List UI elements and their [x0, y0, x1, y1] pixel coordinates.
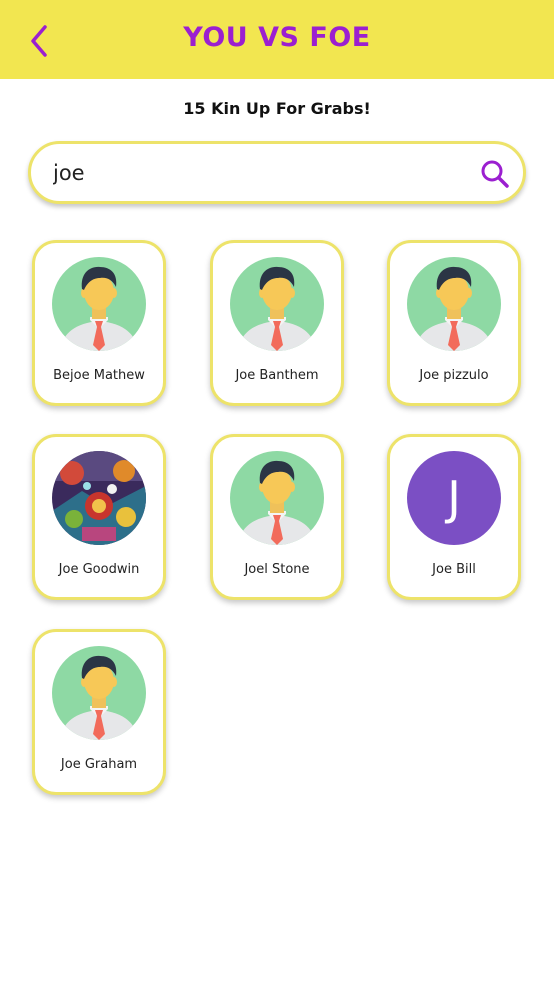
search-icon [481, 160, 509, 188]
avatar [52, 451, 146, 545]
kin-name: Joe pizzulo [419, 368, 489, 383]
kin-count-subtitle: 15 Kin Up For Grabs! [183, 99, 371, 118]
avatar [407, 257, 501, 351]
person-avatar-icon [52, 646, 146, 740]
avatar [52, 646, 146, 740]
person-avatar-icon [52, 257, 146, 351]
search-bar [28, 141, 526, 204]
avatar [230, 257, 324, 351]
kin-card[interactable]: Joe Goodwin [32, 434, 166, 600]
search-button[interactable] [479, 158, 511, 190]
photo-avatar-icon [52, 451, 146, 545]
top-bar: YOU VS FOE [0, 0, 554, 79]
search-input[interactable] [53, 156, 453, 190]
kin-card[interactable]: Joe Banthem [210, 240, 344, 406]
kin-name: Joe Bill [432, 562, 476, 577]
person-avatar-icon [230, 257, 324, 351]
kin-card[interactable]: Joel Stone [210, 434, 344, 600]
kin-name: Joel Stone [244, 562, 310, 577]
kin-name: Bejoe Mathew [53, 368, 145, 383]
kin-card[interactable]: Bejoe Mathew [32, 240, 166, 406]
avatar-initial: J [447, 471, 461, 525]
kin-card[interactable]: Joe Graham [32, 629, 166, 795]
kin-name: Joe Goodwin [58, 562, 140, 577]
kin-name: Joe Banthem [235, 368, 319, 383]
person-avatar-icon [407, 257, 501, 351]
person-avatar-icon [230, 451, 324, 545]
avatar [52, 257, 146, 351]
page-title: YOU VS FOE [183, 22, 371, 53]
letter-avatar: J [407, 451, 501, 545]
kin-name: Joe Graham [60, 757, 138, 772]
kin-card[interactable]: J Joe Bill [387, 434, 521, 600]
avatar [230, 451, 324, 545]
kin-card[interactable]: Joe pizzulo [387, 240, 521, 406]
